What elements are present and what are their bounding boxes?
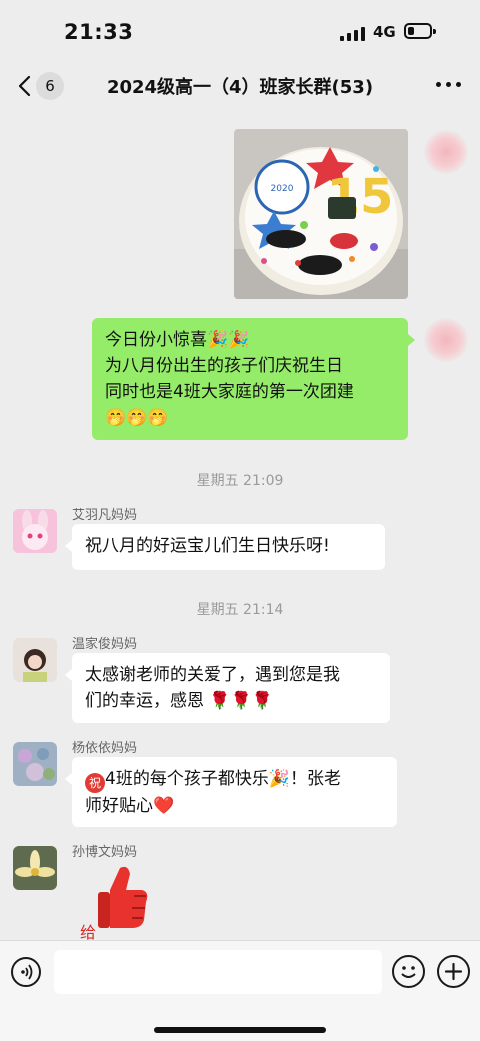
message-input[interactable] [54,950,382,994]
bubble-tail [65,540,72,552]
message-line: 为八月份出生的孩子们庆祝生日 [105,356,343,376]
svg-text:2020: 2020 [271,184,294,194]
message-line: 今日份小惊喜🎉🎉 [105,330,250,350]
chat-header: 6 2024级高一（4）班家长群(53) [0,62,480,110]
received-message-bubble[interactable]: 祝 4班的每个孩子都快乐🎉！张老 师好贴心❤️ [72,757,397,827]
sender-avatar[interactable] [13,846,57,890]
sender-avatar[interactable] [13,742,57,786]
message-line: 师好贴心❤️ [85,796,175,816]
thumbs-up-sticker[interactable]: 给 [72,862,168,942]
blessing-badge-icon: 祝 [85,773,105,793]
sender-name: 艾羽凡妈妈 [72,508,138,523]
message-line: 🤭🤭🤭 [105,408,169,428]
sender-name: 温家俊妈妈 [72,637,138,652]
plus-icon[interactable] [437,955,470,988]
bubble-tail [65,669,72,681]
message-line: 祝八月的好运宝儿们生日快乐呀! [85,536,330,556]
message-line: 同时也是4班大家庭的第一次团建 [105,382,354,402]
battery-icon [404,23,436,39]
emoji-icon[interactable] [392,955,425,988]
cake-photo-message[interactable]: 2020 15 [234,129,408,299]
home-indicator [154,1027,326,1033]
timestamp: 星期五 21:14 [196,602,284,618]
status-bar: 21:33 4G [0,0,480,62]
my-avatar[interactable] [424,318,468,362]
signal-icon [340,25,366,41]
sender-avatar[interactable] [13,509,57,553]
bubble-tail [65,773,72,785]
message-line: 太感谢老师的关爱了，遇到您是我 [85,665,340,685]
back-icon[interactable] [14,74,38,98]
bubble-tail [408,334,415,346]
status-time: 21:33 [64,20,134,44]
chat-input-bar [0,940,480,1041]
sender-name: 孙博文妈妈 [72,845,138,860]
unread-count-badge[interactable]: 6 [36,72,64,100]
sender-name: 杨依依妈妈 [72,741,138,756]
received-message-bubble[interactable]: 祝八月的好运宝儿们生日快乐呀! [72,524,385,570]
network-type: 4G [373,23,396,41]
voice-icon[interactable] [11,957,41,987]
my-avatar[interactable] [424,130,468,174]
timestamp: 星期五 21:09 [196,473,284,489]
sender-avatar[interactable] [13,638,57,682]
more-icon[interactable] [436,82,462,90]
message-line: 们的幸运，感恩 🌹🌹🌹 [85,691,273,711]
message-line: 4班的每个孩子都快乐🎉！张老 [105,769,341,789]
chat-title: 2024级高一（4）班家长群(53) [106,77,374,98]
sent-message-bubble[interactable]: 今日份小惊喜🎉🎉 为八月份出生的孩子们庆祝生日 同时也是4班大家庭的第一次团建 … [92,318,408,440]
received-message-bubble[interactable]: 太感谢老师的关爱了，遇到您是我 们的幸运，感恩 🌹🌹🌹 [72,653,390,723]
cake-image: 2020 15 [234,129,408,299]
